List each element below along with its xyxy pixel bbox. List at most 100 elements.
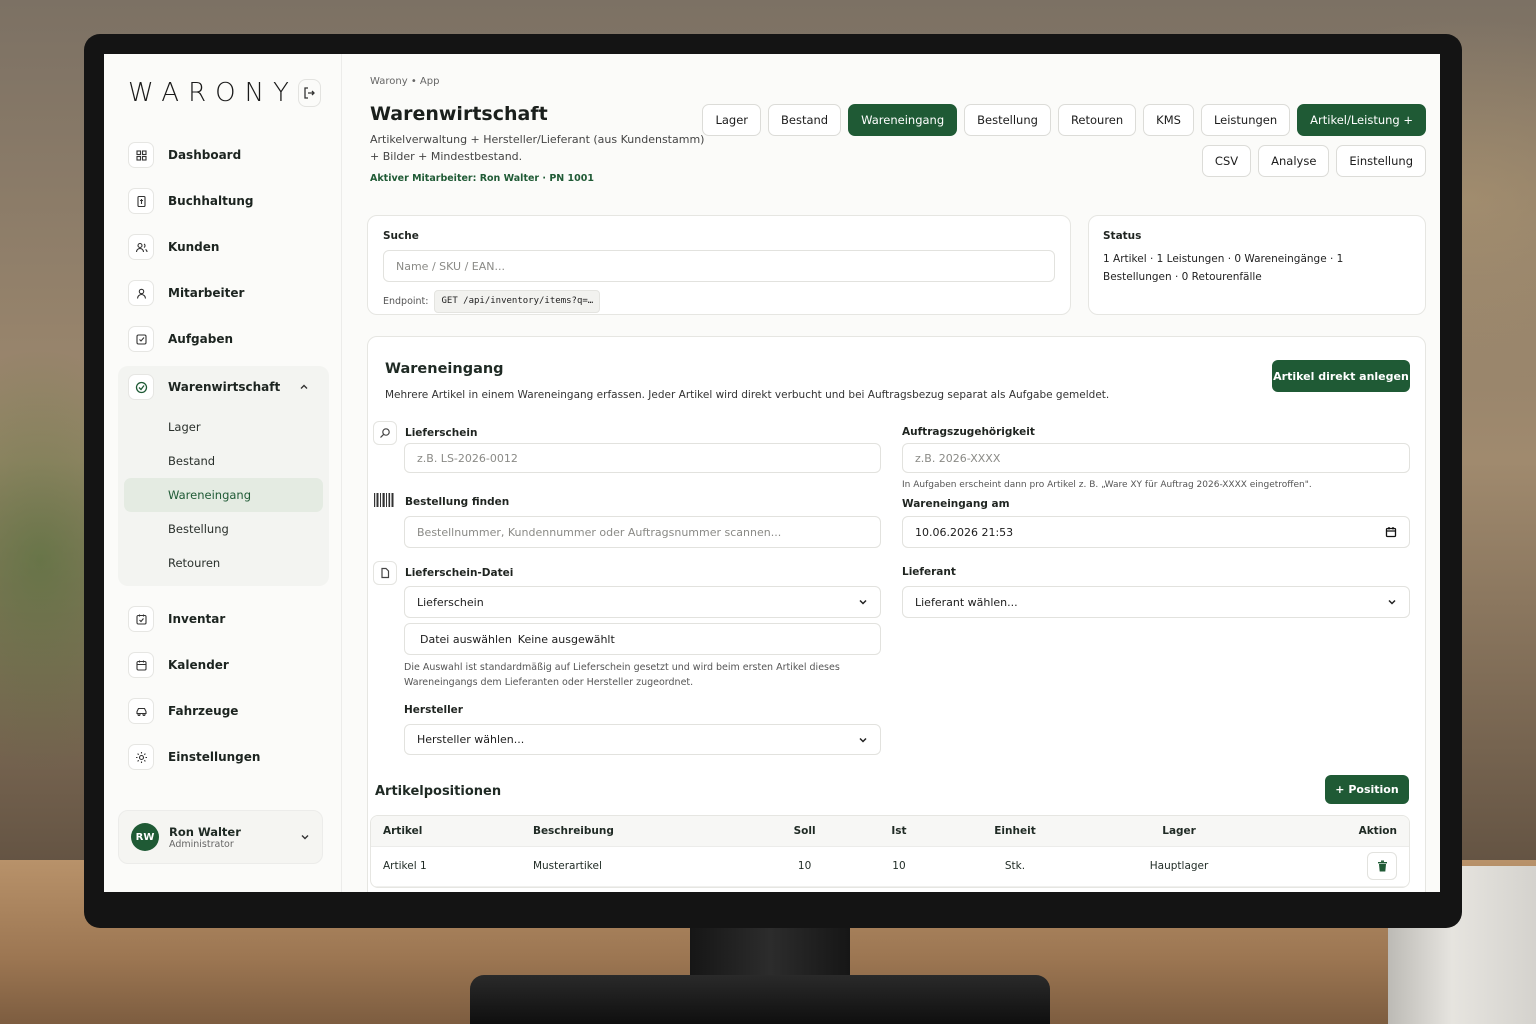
supplier-value: Lieferant wählen... — [915, 595, 1018, 609]
endpoint-row: Endpoint: GET /api/inventory/items?q=… — [383, 290, 1055, 313]
file-row: Lieferschein-Datei — [373, 561, 513, 585]
column-header: Einheit — [942, 816, 1088, 847]
nav-group-warenwirtschaft: Warenwirtschaft Lager Bestand Wareneingang… — [118, 366, 329, 586]
supplier-select[interactable]: Lieferant wählen... — [902, 586, 1410, 618]
file-hint: Die Auswahl ist standardmäßig auf Liefer… — [404, 662, 840, 688]
tab-7[interactable]: Artikel/Leistung + — [1297, 104, 1426, 136]
order-hint: In Aufgaben erscheint dann pro Artikel z… — [902, 480, 1312, 490]
app-window: WARONY Dashboard Buchhaltung Kunden Mita… — [104, 54, 1440, 892]
inventory-icon — [128, 606, 154, 632]
tab-6[interactable]: Leistungen — [1200, 104, 1291, 136]
column-header: Aktion — [1270, 816, 1409, 847]
tab-0[interactable]: Lager — [702, 104, 761, 136]
column-header: Beschreibung — [520, 816, 754, 847]
table-cell: Artikel 1 — [371, 846, 521, 887]
sidebar-item-kalender[interactable]: Kalender — [118, 646, 329, 684]
table-cell: Musterartikel — [520, 846, 754, 887]
user-name: Ron Walter — [169, 824, 241, 839]
section-description: Mehrere Artikel in einem Wareneingang er… — [385, 389, 1110, 401]
sidebar-item-einstellungen[interactable]: Einstellungen — [118, 738, 329, 776]
column-header: Lager — [1087, 816, 1271, 847]
file-type-value: Lieferschein — [417, 595, 484, 609]
manufacturer-select[interactable]: Hersteller wählen... — [404, 724, 881, 755]
staff-icon — [128, 280, 154, 306]
sidebar-item-label: Inventar — [168, 612, 226, 626]
lieferschein-input[interactable]: z.B. LS-2026-0012 — [404, 443, 881, 473]
sidebar-subitem-bestellung[interactable]: Bestellung — [118, 512, 323, 546]
order-input[interactable]: z.B. 2026-XXXX — [902, 443, 1410, 473]
date-input[interactable]: 10.06.2026 21:53 — [902, 516, 1410, 548]
sidebar-item-label: Warenwirtschaft — [168, 380, 281, 394]
endpoint-code: GET /api/inventory/items?q=… — [434, 290, 601, 313]
sidebar-subitem-bestand[interactable]: Bestand — [118, 444, 323, 478]
sidebar-item-aufgaben[interactable]: Aufgaben — [118, 320, 329, 358]
main-content: Warony • App Warenwirtschaft Artikelverw… — [342, 54, 1440, 892]
barcode-icon — [373, 491, 395, 513]
sidebar-item-dashboard[interactable]: Dashboard — [118, 136, 329, 174]
status-card: Status 1 Artikel · 1 Leistungen · 0 Ware… — [1088, 215, 1426, 315]
order-find-row: Bestellung finden — [373, 491, 509, 513]
file-icon — [373, 561, 397, 585]
table-cell: 10 — [855, 846, 943, 887]
sidebar-item-label: Fahrzeuge — [168, 704, 239, 718]
tab-secondary-0[interactable]: CSV — [1201, 145, 1252, 177]
positions-title: Artikelpositionen — [375, 784, 502, 799]
file-none-text: Keine ausgewählt — [517, 632, 615, 646]
sidebar-item-fahrzeuge[interactable]: Fahrzeuge — [118, 692, 329, 730]
chevron-up-icon — [300, 384, 308, 389]
sidebar-subitem-lager[interactable]: Lager — [118, 410, 323, 444]
file-choose-button[interactable]: Datei auswählen — [420, 633, 512, 646]
table-cell-action — [1270, 846, 1409, 887]
supplier-label: Lieferant — [902, 566, 956, 578]
lieferschein-label: Lieferschein — [405, 427, 478, 439]
table-row: Artikel 1 Musterartikel 10 10 Stk. Hauptlager — [371, 846, 1409, 887]
section-title: Wareneingang — [385, 361, 504, 377]
calendar-icon[interactable] — [1385, 526, 1397, 538]
column-header: Artikel — [371, 816, 521, 847]
tab-5[interactable]: KMS — [1143, 104, 1194, 136]
positions-table: Artikel Beschreibung Soll Ist Einheit Lager Ak… — [370, 815, 1410, 888]
manufacturer-label: Hersteller — [404, 704, 463, 716]
logout-icon — [304, 87, 316, 99]
delete-button[interactable] — [1367, 852, 1397, 880]
sidebar-item-warenwirtschaft[interactable]: Warenwirtschaft — [118, 368, 323, 406]
tab-4[interactable]: Retouren — [1057, 104, 1137, 136]
user-role: Administrator — [169, 838, 234, 850]
tab-2[interactable]: Wareneingang — [848, 104, 958, 136]
file-type-select[interactable]: Lieferschein — [404, 586, 881, 618]
sidebar-subitem-retouren[interactable]: Retouren — [118, 546, 323, 580]
sidebar-item-label: Aufgaben — [168, 332, 234, 346]
tab-3[interactable]: Bestellung — [964, 104, 1051, 136]
logo-row: WARONY — [118, 78, 329, 108]
calendar-icon — [128, 652, 154, 678]
search-card: Suche Name / SKU / EAN... Endpoint: GET … — [367, 215, 1071, 315]
sidebar-item-inventar[interactable]: Inventar — [118, 600, 329, 638]
sidebar-item-kunden[interactable]: Kunden — [118, 228, 329, 266]
table-cell: Hauptlager — [1087, 846, 1271, 887]
sidebar-item-label: Buchhaltung — [168, 194, 254, 208]
search-label: Suche — [383, 230, 419, 242]
chevron-down-icon — [1388, 599, 1396, 605]
avatar: RW — [131, 823, 159, 851]
file-upload-field[interactable]: Datei auswählen Keine ausgewählt — [404, 623, 881, 655]
sidebar-item-mitarbeiter[interactable]: Mitarbeiter — [118, 274, 329, 312]
create-article-button[interactable]: Artikel direkt anlegen — [1272, 360, 1410, 392]
tab-1[interactable]: Bestand — [768, 104, 842, 136]
tab-secondary-2[interactable]: Einstellung — [1336, 145, 1426, 177]
sidebar-item-label: Kunden — [168, 240, 220, 254]
tab-bar: Lager Bestand Wareneingang Bestellung Retour… — [702, 104, 1426, 136]
order-find-input[interactable]: Bestellnummer, Kundennummer oder Auftrag… — [404, 516, 881, 548]
tasks-icon — [128, 326, 154, 352]
wareneingang-card: Wareneingang Mehrere Artikel in einem Wa… — [367, 336, 1426, 892]
status-text: 1 Artikel · 1 Leistungen · 0 Wareneingän… — [1103, 253, 1344, 283]
sidebar-subitem-wareneingang[interactable]: Wareneingang — [124, 478, 323, 512]
sidebar-item-label: Kalender — [168, 658, 229, 672]
logout-button[interactable] — [297, 79, 321, 107]
user-card[interactable]: RW Ron Walter Administrator — [118, 810, 323, 864]
search-input[interactable]: Name / SKU / EAN... — [383, 250, 1055, 282]
sidebar-item-buchhaltung[interactable]: Buchhaltung — [118, 182, 329, 220]
tab-secondary-1[interactable]: Analyse — [1258, 145, 1330, 177]
add-position-button[interactable]: + Position — [1325, 775, 1409, 804]
order-find-label: Bestellung finden — [405, 496, 510, 508]
settings-icon — [128, 744, 154, 770]
